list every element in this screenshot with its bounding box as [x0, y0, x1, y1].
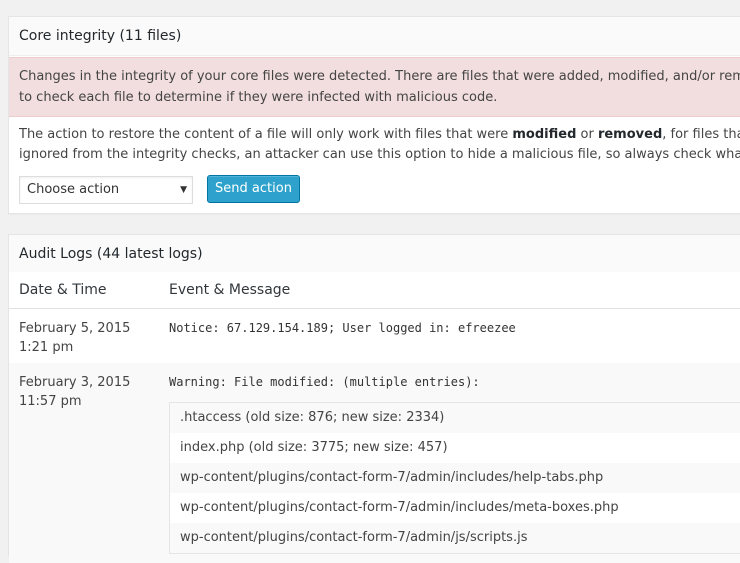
action-select[interactable]: Choose action ▼ [19, 176, 193, 204]
audit-table-header: Date & Time Event & Message [9, 272, 740, 309]
row-date: February 5, 2015 1:21 pm [19, 319, 130, 357]
row-date-time: 11:57 pm [19, 394, 82, 409]
table-row: February 5, 2015 1:21 pm Notice: 67.129.… [9, 309, 740, 363]
core-integrity-panel: Core integrity (11 files) Changes in the… [8, 16, 740, 214]
row-date-day: February 3, 2015 [19, 375, 131, 390]
caret-down-icon: ▼ [180, 185, 187, 195]
list-item: index.php (old size: 3775; new size: 457… [180, 440, 448, 455]
list-item: wp-content/plugins/contact-form-7/admin/… [170, 523, 740, 553]
info-removed: removed [597, 127, 663, 142]
row-message: Notice: 67.129.154.189; User logged in: … [169, 321, 516, 335]
list-item: wp-content/plugins/contact-form-7/admin/… [170, 463, 740, 493]
row-date-day: February 5, 2015 [19, 321, 131, 336]
list-item: wp-content/plugins/contact-form-7/admin/… [180, 500, 619, 515]
modified-files-list: .htaccess (old size: 876; new size: 2334… [169, 402, 740, 554]
row-message: Warning: File modified: (multiple entrie… [169, 375, 480, 389]
table-row: February 3, 2015 11:57 pm Warning: File … [9, 363, 740, 563]
info-text-or: or [576, 127, 598, 142]
core-integrity-title: Core integrity (11 files) [9, 17, 740, 56]
alert-line-1: Changes in the integrity of your core fi… [19, 69, 740, 84]
col-date-header: Date & Time [19, 282, 107, 298]
send-action-button[interactable]: Send action [207, 175, 300, 203]
row-date-time: 1:21 pm [19, 340, 74, 355]
restore-info-text: The action to restore the content of a f… [19, 125, 740, 165]
alert-line-2: to check each file to determine if they … [19, 90, 498, 105]
col-event-header: Event & Message [169, 282, 291, 298]
audit-logs-panel: Audit Logs (44 latest logs) Date & Time … [8, 234, 740, 563]
info-line-1: The action to restore the content of a f… [19, 125, 740, 145]
audit-logs-title: Audit Logs (44 latest logs) [9, 235, 740, 274]
row-date: February 3, 2015 11:57 pm [19, 373, 130, 411]
info-text-a: The action to restore the content of a f… [19, 127, 513, 142]
info-modified: modified [512, 127, 577, 142]
list-item: .htaccess (old size: 876; new size: 2334… [170, 403, 740, 433]
info-text-b: , for files that were [662, 127, 740, 142]
integrity-alert: Changes in the integrity of your core fi… [9, 57, 740, 117]
action-select-value: Choose action [27, 182, 120, 197]
info-line-2: ignored from the integrity checks, an at… [19, 147, 740, 162]
